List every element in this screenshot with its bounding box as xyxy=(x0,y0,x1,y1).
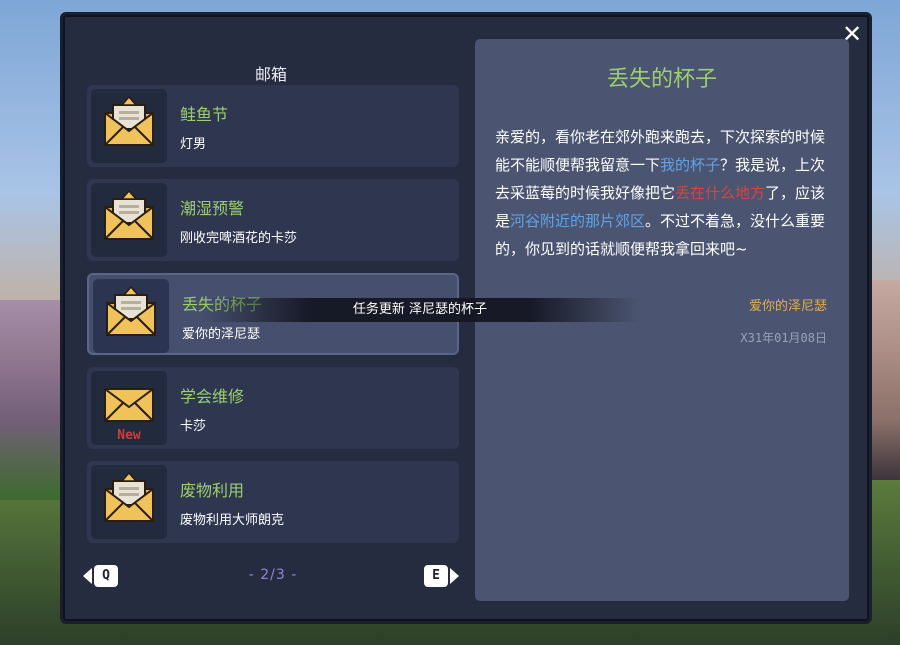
mail-sender: 灯男 xyxy=(180,137,207,152)
mail-icon-box xyxy=(91,183,167,257)
body-highlight-blue: 我的杯子 xyxy=(660,156,721,174)
detail-body: 亲爱的，看你老在郊外跑来跑去，下次探索的时候能不能顺便帮我留意一下我的杯子？我是… xyxy=(495,123,835,263)
open-envelope-icon xyxy=(104,471,154,522)
mail-sender: 刚收完啤酒花的卡莎 xyxy=(180,231,298,246)
body-highlight-red: 丢在什么地方 xyxy=(675,184,766,202)
mail-icon-box xyxy=(93,279,169,353)
mail-item[interactable]: New 学会维修 卡莎 xyxy=(87,367,459,449)
mail-sender: 废物利用大师朗克 xyxy=(180,513,285,528)
open-envelope-icon xyxy=(104,189,154,240)
mail-title: 学会维修 xyxy=(180,387,245,406)
mail-title: 废物利用 xyxy=(180,481,245,500)
new-badge: New xyxy=(117,428,141,443)
open-envelope-icon xyxy=(106,285,156,336)
detail-signature: 爱你的泽尼瑟 xyxy=(748,299,827,314)
mail-item[interactable]: 鲑鱼节 灯男 xyxy=(87,85,459,167)
mail-item[interactable]: 潮湿预警 刚收完啤酒花的卡莎 xyxy=(87,179,459,261)
mail-icon-box xyxy=(91,89,167,163)
e-key-icon: E xyxy=(424,565,448,587)
mail-sender: 爱你的泽尼瑟 xyxy=(182,327,261,342)
mail-icon-box xyxy=(91,465,167,539)
next-page-button[interactable]: E xyxy=(424,565,459,587)
body-highlight-blue: 河谷附近的那片郊区 xyxy=(510,212,646,230)
mail-sender: 卡莎 xyxy=(180,419,207,434)
open-envelope-icon xyxy=(104,95,154,146)
mail-title: 潮湿预警 xyxy=(180,199,245,218)
arrow-right-icon xyxy=(450,568,459,584)
closed-envelope-icon xyxy=(104,388,154,422)
quest-update-toast: 任务更新 泽尼瑟的杯子 xyxy=(200,298,640,322)
page-indicator: - 2/3 - xyxy=(248,567,298,583)
mail-title: 鲑鱼节 xyxy=(180,105,229,124)
detail-date: X31年01月08日 xyxy=(740,331,827,345)
mailbox-title: 邮箱 xyxy=(254,65,287,84)
mail-item[interactable]: 废物利用 废物利用大师朗克 xyxy=(87,461,459,543)
detail-title: 丢失的杯子 xyxy=(606,67,717,92)
mail-icon-box: New xyxy=(91,371,167,445)
pager: Q - 2/3 - E xyxy=(83,565,459,589)
